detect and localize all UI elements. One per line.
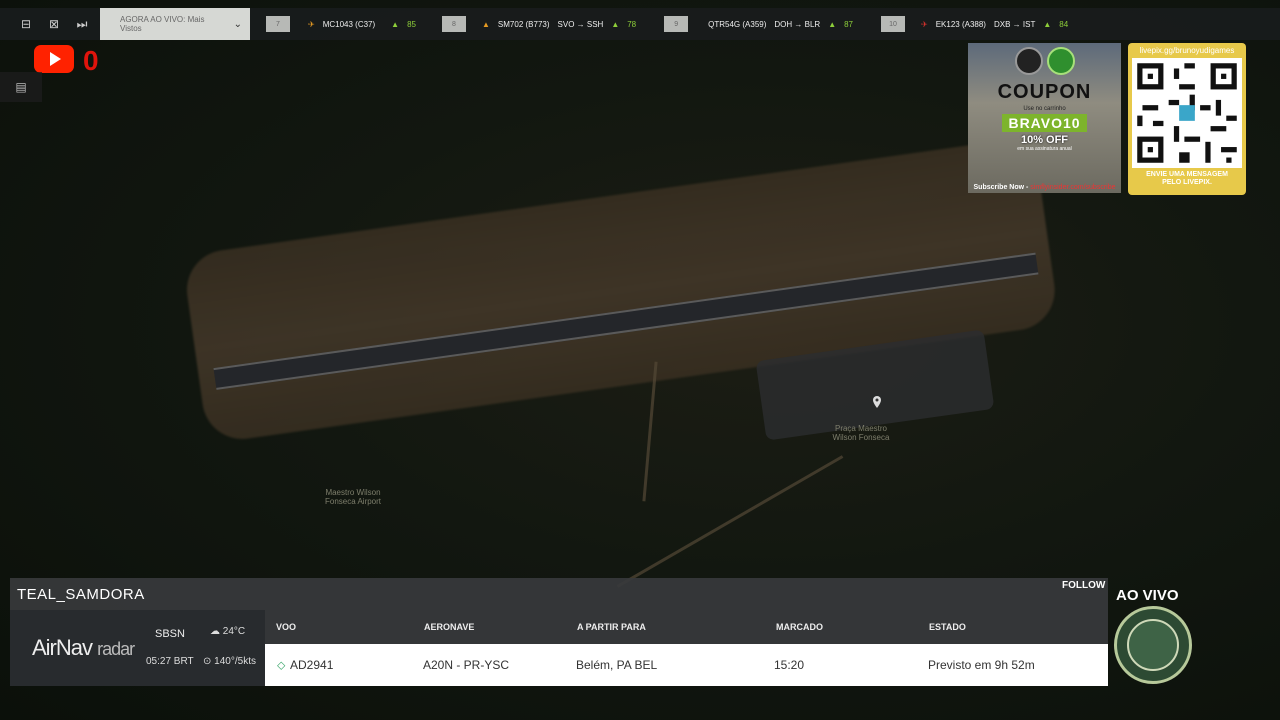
viewer-count: 84 [1059,19,1069,29]
airport-code: SBSN [155,628,185,640]
flight-info-panel: TEAL_SAMDORA AirNav radar SBSN 05:27 BRT… [10,578,1108,686]
viewer-count: 85 [407,19,416,29]
chevron-down-icon: ⌄ [233,18,242,30]
flight-number: AD2941 [290,658,334,672]
flight-callsign: MC1043 (C37) [322,19,376,29]
plaza-map-label: Praça Maestro Wilson Fonseca [832,424,890,442]
wind-icon: ⊙ [203,656,212,667]
flight-status: Previsto em 9h 52m [928,658,1035,672]
col-aircraft: AERONAVE [424,622,475,632]
flight-callsign: SM702 (B773) [497,19,550,29]
flight-route: SVO → SSH [557,19,604,29]
now-live-label: AGORA AO VIVO: Mais Vistos [120,15,205,33]
slot-number: 7 [266,16,290,32]
coupon-note: em sua assinatura anual [1017,146,1072,152]
youtube-icon [34,45,74,73]
streamer-callsign: TEAL_SAMDORA [17,586,145,603]
flight-slot[interactable]: 8 ▲ SM702 (B773) SVO → SSH ▲ 78 [442,8,636,40]
channel-badge-icon [1114,606,1192,684]
stream-canvas: Maestro Wilson Fonseca Airport Praça Mae… [0,0,1280,720]
col-scheduled: MARCADO [776,622,823,632]
slot-number: 10 [881,16,906,32]
coupon-discount: 10% OFF [1020,134,1069,146]
now-live-dropdown[interactable]: AGORA AO VIVO: Mais Vistos ⌄ [100,8,250,40]
col-status: ESTADO [929,622,966,632]
airnav-brand-box: AirNav radar SBSN 05:27 BRT ☁ 24°C ⊙ 140… [10,610,265,686]
viewers-icon: ▲ [828,19,837,29]
list-panel-icon[interactable]: ▤ [0,72,42,102]
top-bar: ⊟ ⊠ ⏭ AGORA AO VIVO: Mais Vistos ⌄ 7 ✈ M… [0,8,1280,40]
wind: ⊙ 140°/5kts [203,656,256,667]
coupon-footer: Subscribe Now - simflyinsider.com/subscr… [973,184,1116,191]
flight-slot[interactable]: 7 ✈ MC1043 (C37) ▲ 85 [266,8,416,40]
scheduled-time: 15:20 [774,658,805,672]
flight-slot[interactable]: 9 QTR54G (A359) DOH → BLR ▲ 87 [664,8,853,40]
warning-icon: ▲ [482,19,490,29]
airport-map-label: Maestro Wilson Fonseca Airport [324,488,382,506]
table-row[interactable]: ⬦ AD2941 A20N - PR-YSC Belém, PA BEL 15:… [265,644,1108,686]
youtube-count: 0 [83,45,99,76]
col-flight: VOO [276,622,297,632]
sponsor-logo-icon [1046,47,1075,75]
plane-icon: ✈ [308,19,315,29]
map-pin-icon[interactable] [872,396,882,408]
coupon-ad: COUPON Use no carrinho BRAVO10 10% OFF e… [968,43,1121,193]
livepix-qr-card: livepix.gg/brunoyudigames ENVIE UMA MENS… [1128,43,1246,195]
viewer-count: 78 [627,19,637,29]
viewers-icon: ▲ [391,19,400,29]
next-icon[interactable]: ⏭ [68,8,96,40]
coupon-title: COUPON [997,81,1092,103]
slot-number: 8 [442,16,466,32]
airline-icon: ⬦ [277,658,286,672]
live-label: AO VIVO [1116,587,1179,604]
weather-cloud-icon: ☁ [210,626,220,637]
livepix-url: livepix.gg/brunoyudigames [1139,46,1235,55]
plane-icon: ✈ [921,19,928,29]
coupon-code: BRAVO10 [1002,114,1087,132]
viewers-icon: ▲ [1043,19,1052,29]
col-route: A PARTIR PARA [577,622,646,632]
local-time: 05:27 BRT [146,656,194,667]
follow-button[interactable]: FOLLOW [1062,580,1105,591]
close-panel-icon[interactable]: ⊠ [40,8,68,40]
sidebar-toggle-icon[interactable]: ⊟ [12,8,40,40]
viewers-icon: ▲ [611,19,620,29]
livepix-message: ENVIE UMA MENSAGEM PELO LIVEPIX. [1146,171,1228,186]
road [616,455,844,588]
aircraft: A20N - PR-YSC [423,658,510,672]
temperature: ☁ 24°C [210,626,246,637]
qr-code-icon [1132,58,1242,168]
slot-number: 9 [664,16,689,32]
route: Belém, PA BEL [576,658,658,672]
coupon-subtitle: Use no carrinho [1023,106,1066,112]
flight-callsign: QTR54G (A359) [708,19,767,29]
flight-slot[interactable]: 10 ✈ EK123 (A388) DXB → IST ▲ 84 [881,8,1068,40]
airnav-logo: AirNav radar [32,635,135,660]
flight-route: DOH → BLR [774,19,821,29]
flight-route: DXB → IST [993,19,1036,29]
viewer-count: 87 [844,19,854,29]
brand-logo-icon [1014,47,1043,75]
flight-callsign: EK123 (A388) [935,19,986,29]
